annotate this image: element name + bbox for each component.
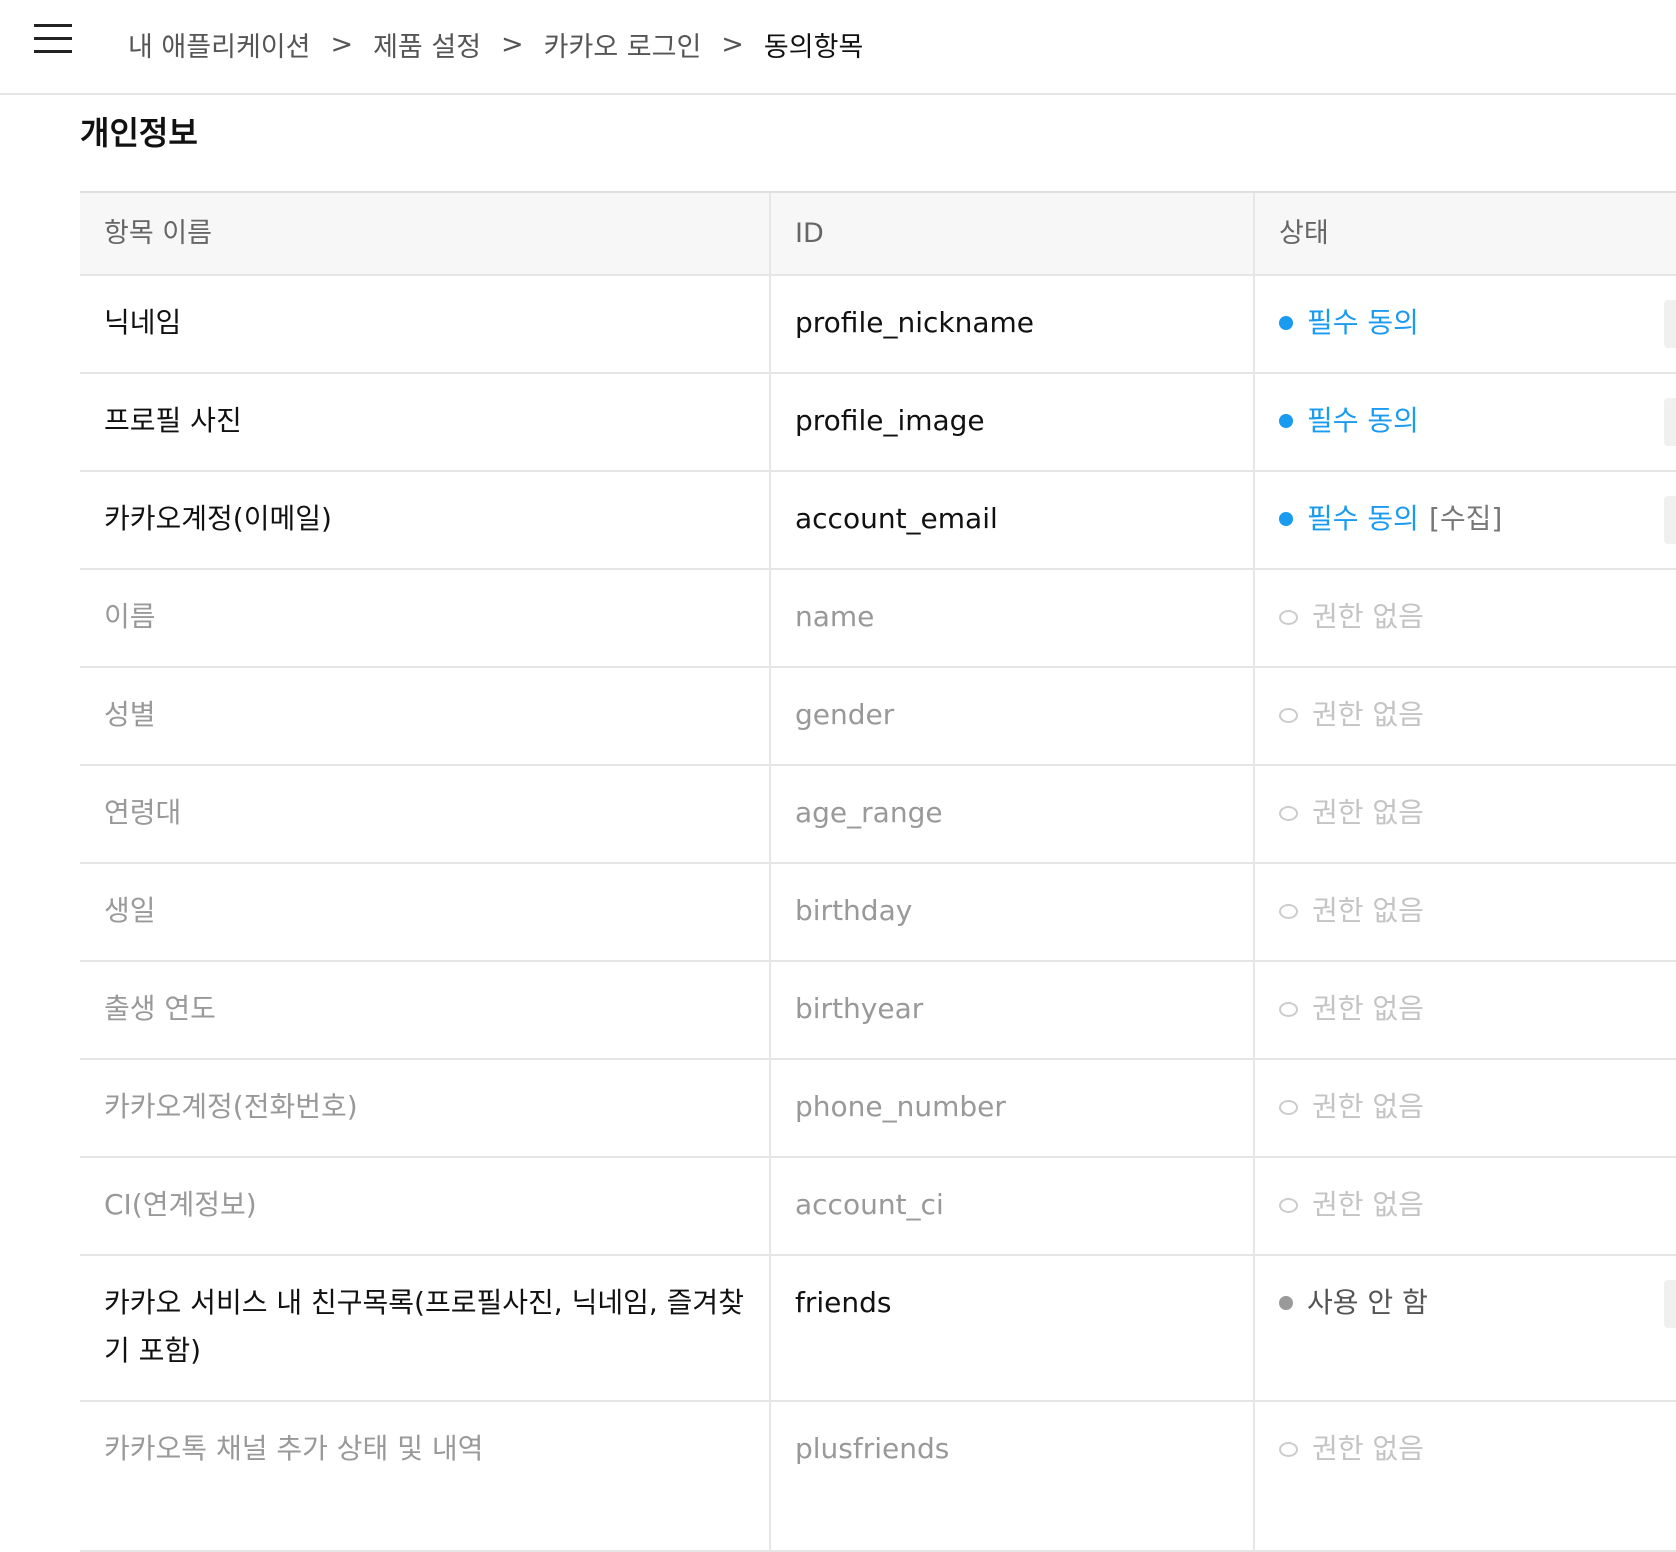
table-row: 카카오톡 채널 추가 상태 및 내역 plusfriends 권한 없음 (80, 1402, 1676, 1552)
status-empty-dot-icon (1279, 904, 1298, 919)
item-status: 사용 안 함 (1255, 1256, 1676, 1400)
row-setting-button[interactable] (1664, 1280, 1676, 1328)
status-label: 권한 없음 (1312, 698, 1424, 731)
item-status: 권한 없음 (1255, 766, 1676, 862)
breadcrumb-kakao-login[interactable]: 카카오 로그인 (544, 25, 702, 64)
column-header-id: ID (771, 193, 1255, 274)
status-empty-dot-icon (1279, 1198, 1298, 1213)
status-suffix: [수집] (1428, 502, 1503, 535)
table-row: 성별 gender 권한 없음 (80, 668, 1676, 766)
table-row: 생일 birthday 권한 없음 (80, 864, 1676, 962)
item-name: 출생 연도 (80, 962, 771, 1058)
status-label: 권한 없음 (1312, 1188, 1424, 1221)
breadcrumb-consent-items: 동의항목 (763, 31, 864, 63)
row-setting-button[interactable] (1664, 496, 1676, 544)
status-dot-icon (1279, 414, 1293, 428)
item-name: CI(연계정보) (80, 1158, 771, 1254)
item-id: profile_image (771, 374, 1255, 470)
item-name: 성별 (80, 668, 771, 764)
item-id: account_email (771, 472, 1255, 568)
status-empty-dot-icon (1279, 1442, 1298, 1457)
status-label: 권한 없음 (1312, 1090, 1424, 1123)
row-setting-button[interactable] (1664, 398, 1676, 446)
item-status: 권한 없음 (1255, 1402, 1676, 1550)
item-id: age_range (771, 766, 1255, 862)
status-label: 권한 없음 (1312, 600, 1424, 633)
status-label: 필수 동의 (1307, 502, 1419, 535)
table-row: 출생 연도 birthyear 권한 없음 (80, 962, 1676, 1060)
table-row[interactable]: 카카오계정(이메일) account_email 필수 동의 [수집] (80, 472, 1676, 570)
table-row[interactable]: 프로필 사진 profile_image 필수 동의 (80, 374, 1676, 472)
item-id: gender (771, 668, 1255, 764)
breadcrumb-separator: > (501, 28, 524, 60)
status-empty-dot-icon (1279, 610, 1298, 625)
top-bar: 내 애플리케이션 > 제품 설정 > 카카오 로그인 > 동의항목 (0, 0, 1676, 95)
status-label: 권한 없음 (1312, 992, 1424, 1025)
status-label: 권한 없음 (1312, 894, 1424, 927)
item-status: 필수 동의 (1255, 276, 1676, 372)
item-name: 카카오 서비스 내 친구목록(프로필사진, 닉네임, 즐겨찾기 포함) (80, 1256, 771, 1400)
breadcrumb-separator: > (330, 28, 354, 60)
column-header-name: 항목 이름 (80, 193, 771, 274)
status-empty-dot-icon (1279, 708, 1298, 723)
item-status: 권한 없음 (1255, 864, 1676, 960)
breadcrumb: 내 애플리케이션 > 제품 설정 > 카카오 로그인 > 동의항목 (128, 24, 863, 64)
row-setting-button[interactable] (1664, 300, 1676, 348)
item-status: 권한 없음 (1255, 668, 1676, 764)
status-dot-icon (1279, 512, 1293, 526)
breadcrumb-product-settings[interactable]: 제품 설정 (373, 25, 481, 64)
item-status: 권한 없음 (1255, 962, 1676, 1058)
table-header-row: 항목 이름 ID 상태 (80, 193, 1676, 276)
item-name: 프로필 사진 (80, 374, 771, 470)
item-id: birthyear (771, 962, 1255, 1058)
item-name: 이름 (80, 570, 771, 666)
item-id: friends (771, 1256, 1255, 1400)
item-name: 카카오계정(전화번호) (80, 1060, 771, 1156)
item-name: 생일 (80, 864, 771, 960)
status-dot-icon (1279, 316, 1293, 330)
item-id: phone_number (771, 1060, 1255, 1156)
section-title: 개인정보 (80, 114, 198, 152)
status-label: 사용 안 함 (1307, 1286, 1428, 1319)
status-empty-dot-icon (1279, 806, 1298, 821)
item-name: 카카오톡 채널 추가 상태 및 내역 (80, 1402, 771, 1550)
item-status: 권한 없음 (1255, 570, 1676, 666)
item-status: 권한 없음 (1255, 1060, 1676, 1156)
item-status: 필수 동의 (1255, 374, 1676, 470)
item-id: birthday (771, 864, 1255, 960)
breadcrumb-my-applications[interactable]: 내 애플리케이션 (128, 25, 310, 64)
item-name: 카카오계정(이메일) (80, 472, 771, 568)
table-row: 카카오계정(전화번호) phone_number 권한 없음 (80, 1060, 1676, 1158)
status-dot-icon (1279, 1296, 1293, 1310)
consent-items-table: 항목 이름 ID 상태 닉네임 profile_nickname 필수 동의 프… (80, 191, 1676, 1552)
table-row: CI(연계정보) account_ci 권한 없음 (80, 1158, 1676, 1256)
item-id: profile_nickname (771, 276, 1255, 372)
status-empty-dot-icon (1279, 1002, 1298, 1017)
status-label: 권한 없음 (1312, 1432, 1424, 1465)
status-label: 필수 동의 (1307, 404, 1419, 437)
item-status: 필수 동의 [수집] (1255, 472, 1676, 568)
item-id: plusfriends (771, 1402, 1255, 1550)
table-row[interactable]: 닉네임 profile_nickname 필수 동의 (80, 276, 1676, 374)
table-row: 이름 name 권한 없음 (80, 570, 1676, 668)
status-label: 필수 동의 (1307, 306, 1419, 339)
item-id: account_ci (771, 1158, 1255, 1254)
menu-icon[interactable] (34, 22, 72, 56)
table-row[interactable]: 카카오 서비스 내 친구목록(프로필사진, 닉네임, 즐겨찾기 포함) frie… (80, 1256, 1676, 1402)
item-name: 연령대 (80, 766, 771, 862)
column-header-status: 상태 (1279, 217, 1329, 249)
breadcrumb-separator: > (721, 28, 744, 60)
status-label: 권한 없음 (1312, 796, 1424, 829)
item-name: 닉네임 (80, 276, 771, 372)
status-empty-dot-icon (1279, 1100, 1298, 1115)
item-id: name (771, 570, 1255, 666)
table-row: 연령대 age_range 권한 없음 (80, 766, 1676, 864)
item-status: 권한 없음 (1255, 1158, 1676, 1254)
